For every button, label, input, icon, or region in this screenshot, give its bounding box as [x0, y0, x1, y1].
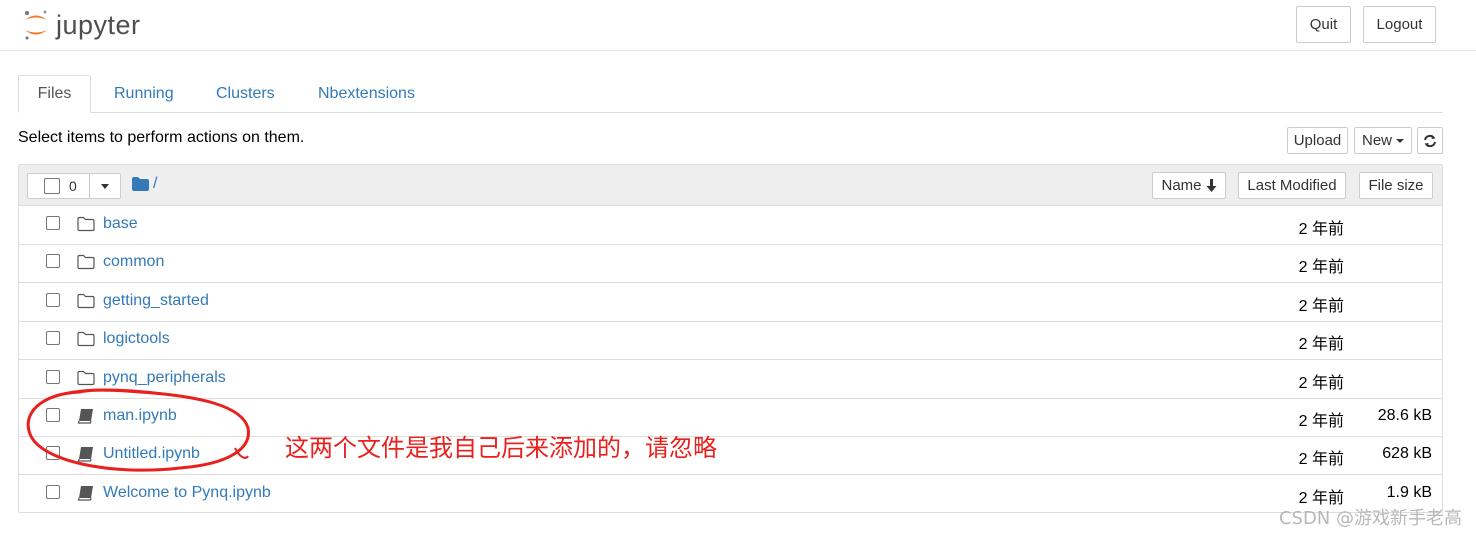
sort-file-size-button[interactable]: File size	[1359, 172, 1433, 199]
notebook-icon	[77, 486, 93, 501]
file-modified: 2 年前	[1298, 336, 1344, 353]
breadcrumb-root[interactable]: /	[153, 175, 157, 193]
file-size: 28.6 kB	[1377, 407, 1432, 424]
refresh-icon	[1424, 134, 1436, 147]
selection-hint: Select items to perform actions on them.	[18, 129, 305, 146]
row-checkbox[interactable]	[46, 331, 60, 345]
tab-running[interactable]: Running	[114, 75, 174, 112]
file-row[interactable]: getting_started 2 年前	[19, 283, 1442, 322]
row-checkbox[interactable]	[46, 485, 60, 499]
folder-icon	[77, 370, 95, 386]
annotation-ellipse	[26, 388, 250, 472]
top-header: jupyter Quit Logout	[0, 0, 1476, 51]
tab-clusters[interactable]: Clusters	[216, 75, 275, 112]
sort-last-modified-button[interactable]: Last Modified	[1238, 172, 1346, 199]
tab-nbextensions[interactable]: Nbextensions	[318, 75, 415, 112]
annotation-text: 这两个文件是我自己后来添加的，请忽略	[285, 434, 717, 462]
file-name-link[interactable]: getting_started	[103, 292, 209, 310]
file-name-link[interactable]: Welcome to Pynq.ipynb	[103, 484, 271, 502]
jupyter-logo-icon	[25, 10, 47, 40]
arrow-down-icon	[1206, 179, 1216, 192]
tab-files[interactable]: Files	[18, 75, 91, 113]
jupyter-logo[interactable]: jupyter	[22, 8, 162, 42]
selected-count: 0	[69, 178, 77, 194]
file-list-header: 0 / Name Last Modified File size	[19, 165, 1442, 206]
upload-button[interactable]: Upload	[1287, 127, 1348, 154]
new-dropdown-button[interactable]: New	[1354, 127, 1412, 154]
logo-text: jupyter	[56, 9, 141, 40]
folder-icon	[77, 216, 95, 232]
row-checkbox[interactable]	[46, 293, 60, 307]
caret-down-icon	[1396, 138, 1405, 143]
folder-icon	[77, 293, 95, 309]
new-label: New	[1362, 132, 1393, 149]
select-all-control[interactable]: 0	[27, 173, 90, 199]
file-row[interactable]: base 2 年前	[19, 206, 1442, 245]
file-size: 628 kB	[1382, 445, 1432, 462]
selection-menu-button[interactable]	[89, 173, 121, 199]
file-row[interactable]: Welcome to Pynq.ipynb 2 年前 1.9 kB	[19, 475, 1442, 513]
folder-icon	[77, 254, 95, 270]
tab-bar: Files Running Clusters Nbextensions	[18, 75, 1443, 113]
file-modified: 2 年前	[1298, 259, 1344, 276]
file-modified: 2 年前	[1298, 451, 1344, 468]
file-modified: 2 年前	[1298, 221, 1344, 238]
file-name-link[interactable]: logictools	[103, 330, 170, 348]
sort-name-label: Name	[1161, 177, 1202, 194]
file-row[interactable]: logictools 2 年前	[19, 321, 1442, 360]
file-name-link[interactable]: common	[103, 253, 164, 271]
file-name-link[interactable]: base	[103, 215, 138, 233]
file-modified: 2 年前	[1298, 413, 1344, 430]
folder-icon	[77, 331, 95, 347]
folder-icon	[132, 177, 149, 191]
file-modified: 2 年前	[1298, 375, 1344, 392]
logout-button[interactable]: Logout	[1363, 6, 1436, 43]
file-size: 1.9 kB	[1386, 484, 1432, 501]
row-checkbox[interactable]	[46, 216, 60, 230]
row-checkbox[interactable]	[46, 254, 60, 268]
select-all-checkbox[interactable]	[44, 178, 60, 194]
file-name-link[interactable]: pynq_peripherals	[103, 369, 226, 387]
row-checkbox[interactable]	[46, 370, 60, 384]
refresh-button[interactable]	[1417, 127, 1443, 154]
caret-down-icon	[101, 183, 109, 189]
watermark: CSDN @游戏新手老高	[1278, 508, 1462, 529]
file-row[interactable]: common 2 年前	[19, 244, 1442, 283]
quit-button[interactable]: Quit	[1296, 6, 1351, 43]
file-modified: 2 年前	[1298, 298, 1344, 315]
sort-name-button[interactable]: Name	[1152, 172, 1226, 199]
